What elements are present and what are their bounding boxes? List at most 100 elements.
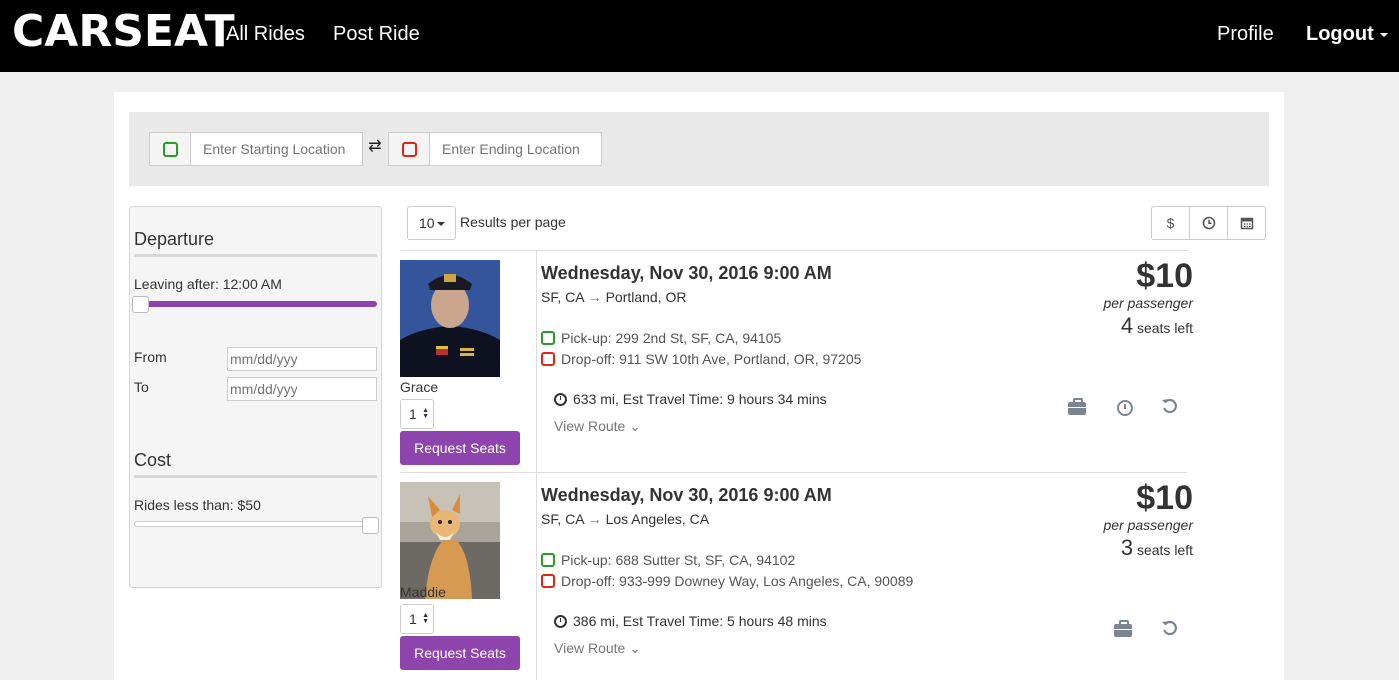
- carseat-logo[interactable]: CARSEAT: [12, 8, 235, 56]
- ride-divider: [536, 473, 537, 680]
- chevron-down-icon: ⌄: [629, 418, 641, 434]
- pickup-label: Pick-up:: [561, 330, 612, 346]
- seat-count-select[interactable]: 1 ▲ ▼: [400, 604, 434, 634]
- main-panel: ⇄ Departure Leaving after: 12:00 AM From…: [114, 92, 1284, 680]
- driver-photo: [400, 482, 500, 599]
- clock-icon: [1202, 216, 1215, 230]
- ride-price: $10: [1136, 257, 1193, 295]
- clock-icon: [554, 392, 567, 406]
- end-marker: [388, 132, 430, 166]
- departure-heading: Departure: [134, 229, 377, 257]
- dropoff-row: Drop-off: 911 SW 10th Ave, Portland, OR,…: [541, 351, 861, 367]
- driver-name: Grace: [400, 379, 439, 395]
- end-location-input[interactable]: [430, 132, 602, 166]
- briefcase-icon: [1066, 397, 1088, 419]
- green-square-icon: [162, 141, 178, 157]
- trip-info: 386 mi, Est Travel Time: 5 hours 48 mins: [554, 613, 827, 629]
- caret-down-icon: [1379, 32, 1388, 37]
- per-page-value: 10: [419, 215, 435, 231]
- ride-card: Grace 1 ▲ ▼ Request Seats Wednesday, Nov 3…: [400, 250, 1193, 473]
- route-destination: Los Angeles, CA: [605, 511, 710, 527]
- spinner-arrows-icon: ▲ ▼: [422, 612, 429, 625]
- results-per-page-select[interactable]: 10: [407, 206, 456, 240]
- trip-distance-time: 633 mi, Est Travel Time: 9 hours 34 mins: [573, 391, 827, 407]
- departure-slider-handle[interactable]: [132, 296, 149, 313]
- undo-icon: [1159, 397, 1181, 419]
- sort-time-button[interactable]: [1189, 206, 1228, 240]
- cost-heading: Cost: [134, 450, 377, 478]
- navbar: CARSEAT All Rides Post Ride Profile Logo…: [0, 0, 1399, 72]
- red-square-icon: [541, 574, 555, 588]
- to-date-input[interactable]: [227, 377, 377, 401]
- spinner-arrows-icon: ▲ ▼: [422, 407, 429, 420]
- cost-slider[interactable]: [134, 521, 377, 527]
- from-label: From: [134, 349, 167, 365]
- swap-locations-icon[interactable]: ⇄: [365, 137, 385, 157]
- briefcase-icon: [1112, 619, 1134, 641]
- view-route-label: View Route: [554, 418, 626, 434]
- ride-divider: [536, 251, 537, 473]
- seats-left-label: seats left: [1136, 320, 1193, 336]
- from-date-input[interactable]: [227, 347, 377, 371]
- calendar-icon: [1240, 217, 1253, 230]
- driver-photo: [400, 260, 500, 377]
- sort-date-button[interactable]: [1227, 206, 1266, 240]
- per-passenger-label: per passenger: [1103, 295, 1193, 311]
- route-arrow-icon: →: [587, 511, 602, 527]
- dollar-icon: $: [1166, 215, 1175, 231]
- dropoff-address: 933-999 Downey Way, Los Angeles, CA, 900…: [619, 573, 914, 589]
- view-route-link[interactable]: View Route ⌄: [554, 418, 641, 435]
- view-route-link[interactable]: View Route ⌄: [554, 640, 641, 657]
- route-destination: Portland, OR: [605, 289, 687, 305]
- request-seats-button[interactable]: Request Seats: [400, 636, 520, 670]
- to-label: To: [134, 379, 149, 395]
- sort-buttons: $: [1151, 206, 1266, 240]
- dropoff-address: 911 SW 10th Ave, Portland, OR, 97205: [619, 351, 862, 367]
- ride-route: SF, CA → Los Angeles, CA: [541, 511, 709, 527]
- ride-date: Wednesday, Nov 30, 2016 9:00 AM: [541, 485, 832, 505]
- pickup-row: Pick-up: 299 2nd St, SF, CA, 94105: [541, 330, 781, 346]
- seats-left-label: seats left: [1136, 542, 1193, 558]
- cost-slider-handle[interactable]: [362, 517, 379, 534]
- ride-card: Maddie 1 ▲ ▼ Request Seats Wednesday, Nov …: [400, 472, 1193, 680]
- end-location-group: [388, 132, 602, 166]
- start-marker: [149, 132, 191, 166]
- seats-left: 3 seats left: [1121, 535, 1193, 561]
- red-square-icon: [401, 141, 417, 157]
- start-location-input[interactable]: [191, 132, 363, 166]
- leaving-after-label: Leaving after: 12:00 AM: [134, 276, 282, 292]
- seat-count-select[interactable]: 1 ▲ ▼: [400, 399, 434, 429]
- nav-logout[interactable]: Logout: [1306, 22, 1388, 46]
- trip-distance-time: 386 mi, Est Travel Time: 5 hours 48 mins: [573, 613, 827, 629]
- view-route-label: View Route: [554, 640, 626, 656]
- route-origin: SF, CA: [541, 289, 584, 305]
- seats-left-count: 3: [1120, 535, 1134, 560]
- departure-slider[interactable]: [134, 301, 377, 307]
- dropoff-label: Drop-off:: [561, 573, 616, 589]
- trip-info: 633 mi, Est Travel Time: 9 hours 34 mins: [554, 391, 827, 407]
- request-seats-button[interactable]: Request Seats: [400, 431, 520, 465]
- seat-count-value: 1: [409, 611, 417, 627]
- sort-price-button[interactable]: $: [1151, 206, 1190, 240]
- clock-icon: [1114, 397, 1136, 419]
- nav-post-ride[interactable]: Post Ride: [333, 22, 420, 46]
- location-search-bar: ⇄: [129, 112, 1269, 186]
- nav-all-rides[interactable]: All Rides: [226, 22, 305, 46]
- seat-count-value: 1: [409, 406, 417, 422]
- route-arrow-icon: →: [587, 289, 602, 305]
- green-square-icon: [541, 553, 555, 567]
- chevron-down-icon: ⌄: [629, 640, 641, 656]
- green-square-icon: [541, 331, 555, 345]
- seats-left-count: 4: [1120, 313, 1134, 338]
- logout-label: Logout: [1306, 23, 1374, 45]
- ride-route: SF, CA → Portland, OR: [541, 289, 687, 305]
- driver-name: Maddie: [400, 584, 446, 600]
- results-per-page-label: Results per page: [460, 214, 566, 230]
- dropoff-label: Drop-off:: [561, 351, 616, 367]
- undo-icon: [1159, 619, 1181, 641]
- rides-less-than-label: Rides less than: $50: [134, 497, 261, 513]
- ride-price: $10: [1136, 479, 1193, 517]
- pickup-row: Pick-up: 688 Sutter St, SF, CA, 94102: [541, 552, 795, 568]
- nav-profile[interactable]: Profile: [1217, 22, 1274, 46]
- pickup-address: 299 2nd St, SF, CA, 94105: [615, 330, 782, 346]
